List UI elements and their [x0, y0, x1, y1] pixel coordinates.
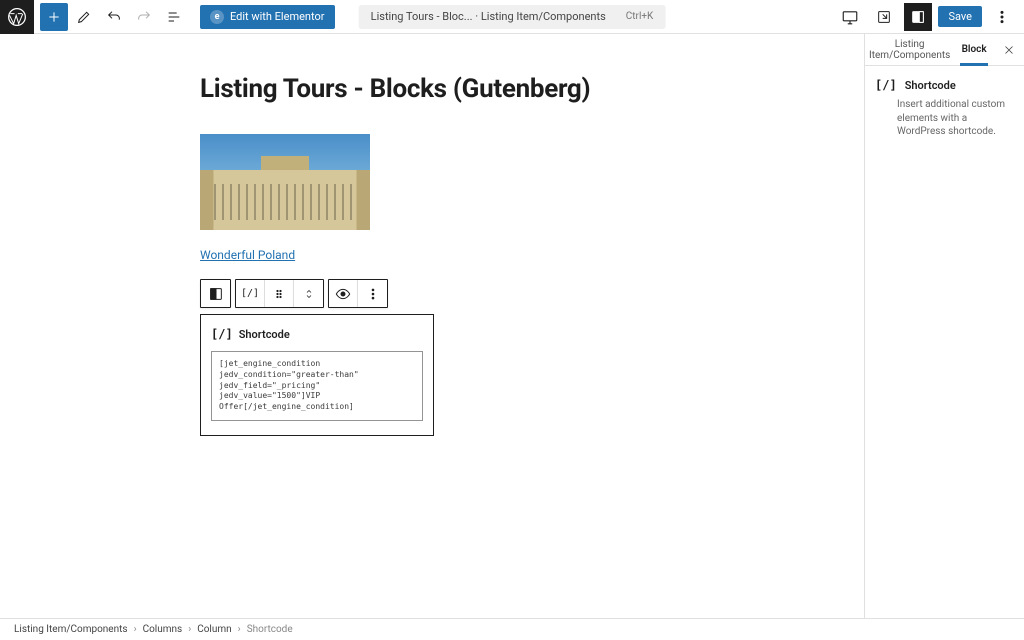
- breadcrumb-item[interactable]: Shortcode: [247, 624, 293, 635]
- elementor-icon: e: [210, 10, 224, 24]
- toolbar-right-group: Save: [836, 3, 1024, 31]
- block-toolbar-main: [/]: [235, 279, 324, 308]
- document-pill-shortcut: Ctrl+K: [626, 11, 654, 22]
- document-pill-title: Listing Tours - Bloc... · Listing Item/C…: [371, 10, 606, 23]
- sidebar-block-title-row: [/] Shortcode: [875, 78, 1014, 92]
- block-options-button[interactable]: [358, 280, 387, 307]
- save-label: Save: [948, 10, 972, 23]
- settings-sidebar: Listing Item/Components Block [/] Shortc…: [864, 34, 1024, 618]
- sidebar-block-description: Insert additional custom elements with a…: [875, 98, 1014, 139]
- workspace: Listing Tours - Blocks (Gutenberg) Wonde…: [0, 34, 1024, 618]
- toolbar-left-group: e Edit with Elementor: [34, 3, 335, 31]
- breadcrumb-item[interactable]: Columns: [143, 624, 183, 635]
- visibility-button[interactable]: [329, 280, 358, 307]
- shortcode-block-label: Shortcode: [239, 328, 290, 341]
- save-button[interactable]: Save: [938, 6, 982, 27]
- move-up-down-button[interactable]: [294, 280, 323, 307]
- chevron-right-icon: ›: [134, 624, 137, 635]
- listing-title-link[interactable]: Wonderful Poland: [200, 248, 295, 262]
- page-title[interactable]: Listing Tours - Blocks (Gutenberg): [200, 74, 864, 104]
- breadcrumb-item[interactable]: Listing Item/Components: [14, 624, 128, 635]
- redo-button[interactable]: [130, 3, 158, 31]
- shortcode-block-header: [/] Shortcode: [211, 327, 423, 341]
- breadcrumb-item[interactable]: Column: [197, 624, 231, 635]
- shortcode-icon: [/]: [241, 288, 259, 299]
- block-toolbar-extra: [328, 279, 388, 308]
- top-toolbar: e Edit with Elementor Listing Tours - Bl…: [0, 0, 1024, 34]
- sidebar-tab-block[interactable]: Block: [954, 34, 994, 65]
- chevron-right-icon: ›: [188, 624, 191, 635]
- edit-tool-button[interactable]: [70, 3, 98, 31]
- shortcode-icon: [/]: [875, 78, 897, 92]
- sidebar-block-name: Shortcode: [905, 79, 956, 92]
- undo-button[interactable]: [100, 3, 128, 31]
- preview-button[interactable]: [870, 3, 898, 31]
- parent-block-button[interactable]: [201, 280, 230, 307]
- shortcode-block[interactable]: [/] Shortcode [jet_engine_condition jedv…: [200, 314, 434, 436]
- options-menu-button[interactable]: [988, 3, 1016, 31]
- elementor-label: Edit with Elementor: [230, 10, 325, 23]
- settings-sidebar-toggle[interactable]: [904, 3, 932, 31]
- shortcode-textarea[interactable]: [jet_engine_condition jedv_condition="gr…: [211, 351, 423, 421]
- edit-with-elementor-button[interactable]: e Edit with Elementor: [200, 5, 335, 29]
- block-type-button[interactable]: [/]: [236, 280, 265, 307]
- sidebar-tabs: Listing Item/Components Block: [865, 34, 1024, 66]
- document-overview-button[interactable]: [160, 3, 188, 31]
- sidebar-body: [/] Shortcode Insert additional custom e…: [865, 66, 1024, 151]
- sidebar-tab-document[interactable]: Listing Item/Components: [865, 34, 954, 65]
- sidebar-close-button[interactable]: [994, 34, 1024, 65]
- block-toolbar: [200, 279, 231, 308]
- drag-handle[interactable]: [265, 280, 294, 307]
- editor-canvas[interactable]: Listing Tours - Blocks (Gutenberg) Wonde…: [0, 34, 864, 618]
- wp-logo[interactable]: [0, 0, 34, 34]
- chevron-right-icon: ›: [238, 624, 241, 635]
- document-command-pill[interactable]: Listing Tours - Bloc... · Listing Item/C…: [359, 5, 666, 29]
- view-desktop-button[interactable]: [836, 3, 864, 31]
- listing-image[interactable]: [200, 134, 370, 230]
- add-block-button[interactable]: [40, 3, 68, 31]
- breadcrumb-footer: Listing Item/Components › Columns › Colu…: [0, 618, 1024, 640]
- shortcode-icon: [/]: [211, 327, 233, 341]
